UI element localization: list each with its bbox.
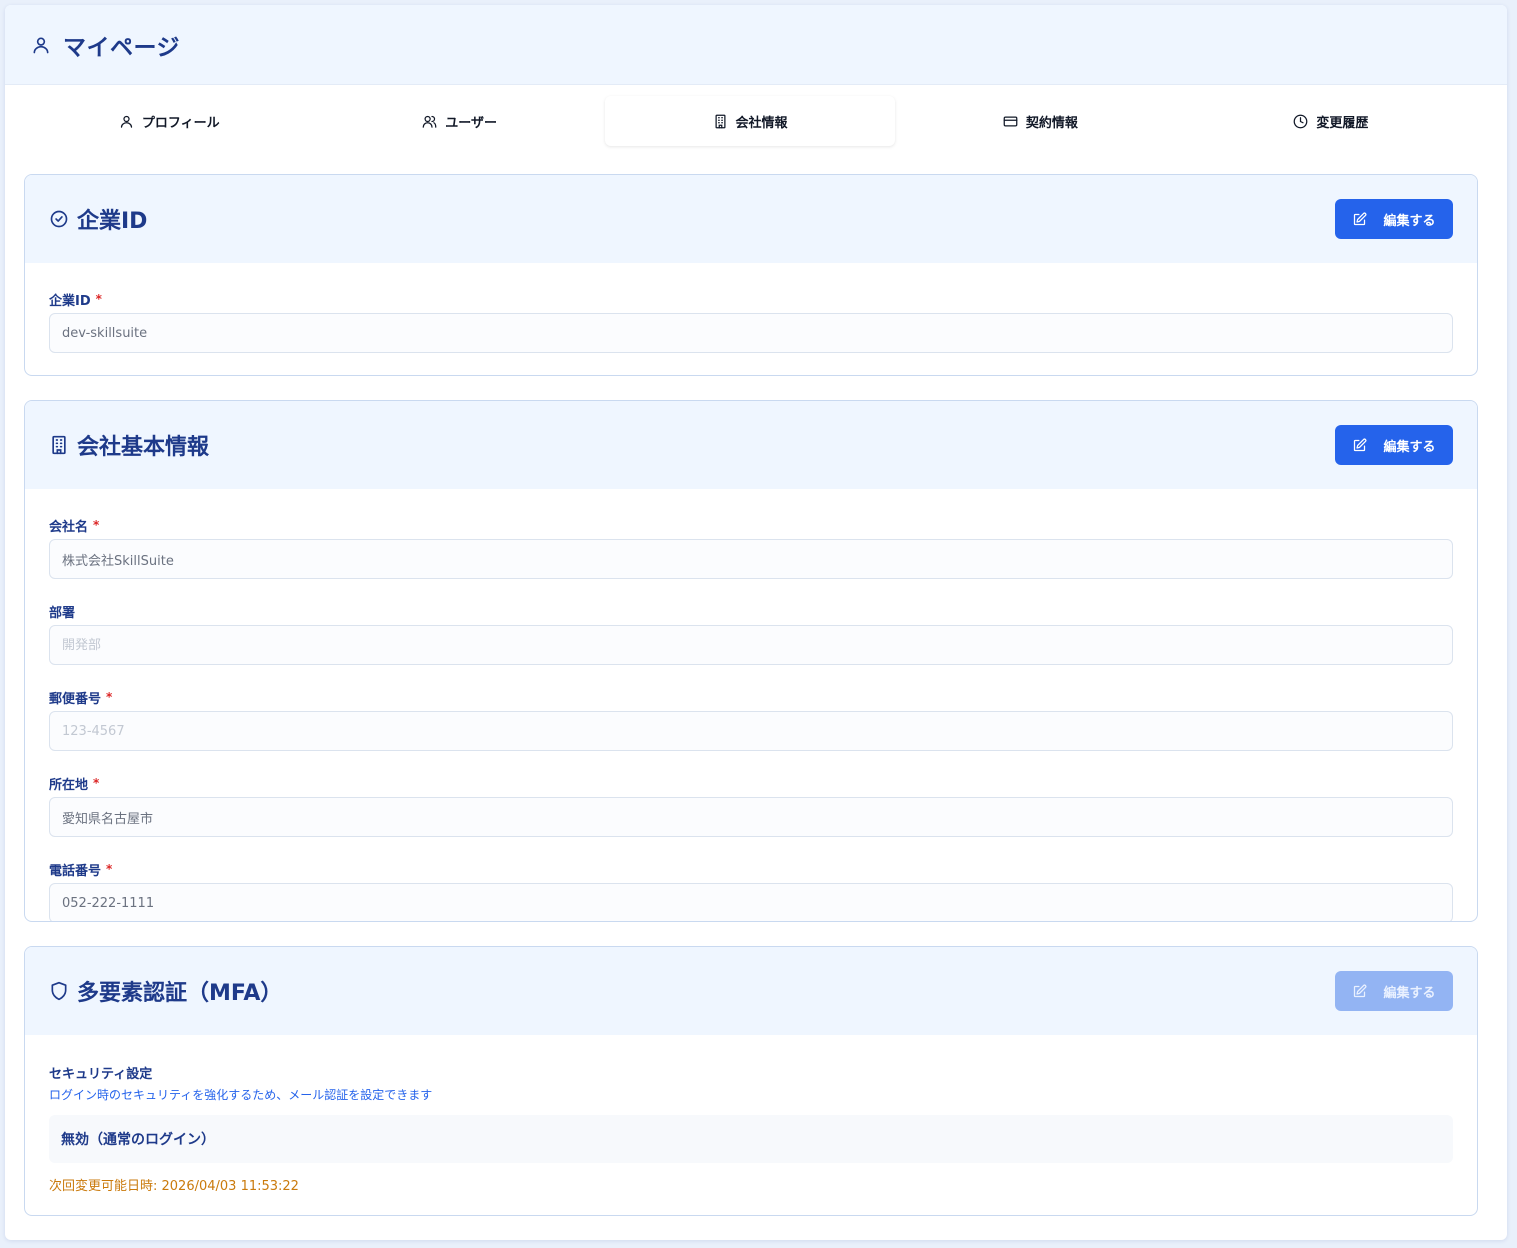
tab-change-history[interactable]: 変更履歴 — [1186, 96, 1476, 146]
field-phone: 電話番号 * — [49, 861, 1453, 921]
tab-company-info[interactable]: 会社情報 — [604, 96, 896, 146]
mfa-section: 多要素認証（MFA） 編集する セキュリティ設定 ログイン時のセキュリティを強化… — [24, 946, 1478, 1216]
page-title: マイページ — [63, 34, 181, 61]
section-title: 企業ID — [77, 209, 148, 234]
section-header: 企業ID 編集する — [25, 175, 1477, 263]
field-postal-code: 郵便番号 * — [49, 689, 1453, 751]
section-title: 会社基本情報 — [77, 435, 210, 460]
credit-card-icon — [1003, 116, 1018, 126]
required-mark: * — [93, 776, 100, 790]
tab-label: プロフィール — [141, 115, 220, 131]
company-id-input[interactable] — [49, 313, 1453, 353]
user-icon — [33, 37, 49, 53]
section-header: 会社基本情報 編集する — [25, 401, 1477, 489]
tab-label: ユーザー — [445, 115, 497, 131]
postal-code-input[interactable] — [49, 711, 1453, 751]
required-mark: * — [106, 690, 113, 704]
field-company-id: 企業ID * — [49, 291, 1453, 353]
section-body: 企業ID * — [25, 263, 1477, 375]
building-icon — [715, 114, 725, 128]
building-icon — [52, 435, 66, 455]
department-input[interactable] — [49, 625, 1453, 665]
section-body: セキュリティ設定 ログイン時のセキュリティを強化するため、メール認証を設定できま… — [25, 1035, 1477, 1215]
tab-bar: プロフィール ユーザー 会社情報 契約情報 変更履歴 — [24, 96, 1476, 146]
section-header: 多要素認証（MFA） 編集する — [25, 947, 1477, 1035]
edit-button[interactable]: 編集する — [1335, 425, 1453, 465]
user-icon — [120, 115, 132, 128]
page-header: マイページ — [5, 5, 1507, 85]
field-label: 部署 — [49, 605, 76, 621]
company-id-section: 企業ID 編集する 企業ID * — [24, 174, 1478, 376]
field-department: 部署 — [49, 603, 1453, 665]
edit-button-label: 編集する — [1383, 212, 1436, 228]
security-settings-description: ログイン時のセキュリティを強化するため、メール認証を設定できます — [49, 1088, 433, 1102]
clock-icon — [1293, 114, 1308, 128]
badge-check-icon — [50, 210, 68, 228]
field-company-name: 会社名 * — [49, 517, 1453, 579]
users-icon — [422, 115, 437, 128]
section-title: 多要素認証（MFA） — [77, 981, 283, 1006]
company-name-input[interactable] — [49, 539, 1453, 579]
field-label: 会社名 — [49, 519, 89, 535]
shield-icon — [51, 981, 67, 1001]
tab-contract-info[interactable]: 契約情報 — [895, 96, 1185, 146]
edit-button-label: 編集する — [1383, 984, 1436, 1000]
field-address: 所在地 * — [49, 775, 1453, 837]
edit-button[interactable]: 編集する — [1335, 971, 1453, 1011]
tab-label: 変更履歴 — [1316, 115, 1369, 131]
required-mark: * — [93, 518, 100, 532]
field-label: 所在地 — [49, 777, 89, 793]
field-label: 企業ID — [49, 293, 91, 309]
section-body: 会社名 * 部署 郵便番号 * 所在地 * 電話番号 * — [25, 489, 1477, 921]
next-change-datetime: 次回変更可能日時: 2026/04/03 11:53:22 — [49, 1179, 299, 1194]
edit-icon — [1354, 438, 1367, 451]
tab-label: 会社情報 — [735, 115, 788, 131]
field-label: 郵便番号 — [49, 691, 102, 707]
field-label: 電話番号 — [49, 863, 102, 879]
security-settings-label: セキュリティ設定 — [49, 1067, 153, 1082]
tab-users[interactable]: ユーザー — [314, 96, 604, 146]
address-input[interactable] — [49, 797, 1453, 837]
mfa-status-value: 無効（通常のログイン） — [49, 1115, 1453, 1163]
edit-icon — [1354, 212, 1367, 225]
edit-button-label: 編集する — [1383, 438, 1436, 454]
company-info-section: 会社基本情報 編集する 会社名 * 部署 郵便番号 * 所在地 * 電話番号 * — [24, 400, 1478, 922]
tab-label: 契約情報 — [1025, 115, 1078, 131]
edit-button[interactable]: 編集する — [1335, 199, 1453, 239]
required-mark: * — [95, 292, 102, 306]
phone-input[interactable] — [49, 883, 1453, 921]
edit-icon — [1354, 984, 1367, 997]
required-mark: * — [106, 862, 113, 876]
tab-profile[interactable]: プロフィール — [24, 96, 314, 146]
